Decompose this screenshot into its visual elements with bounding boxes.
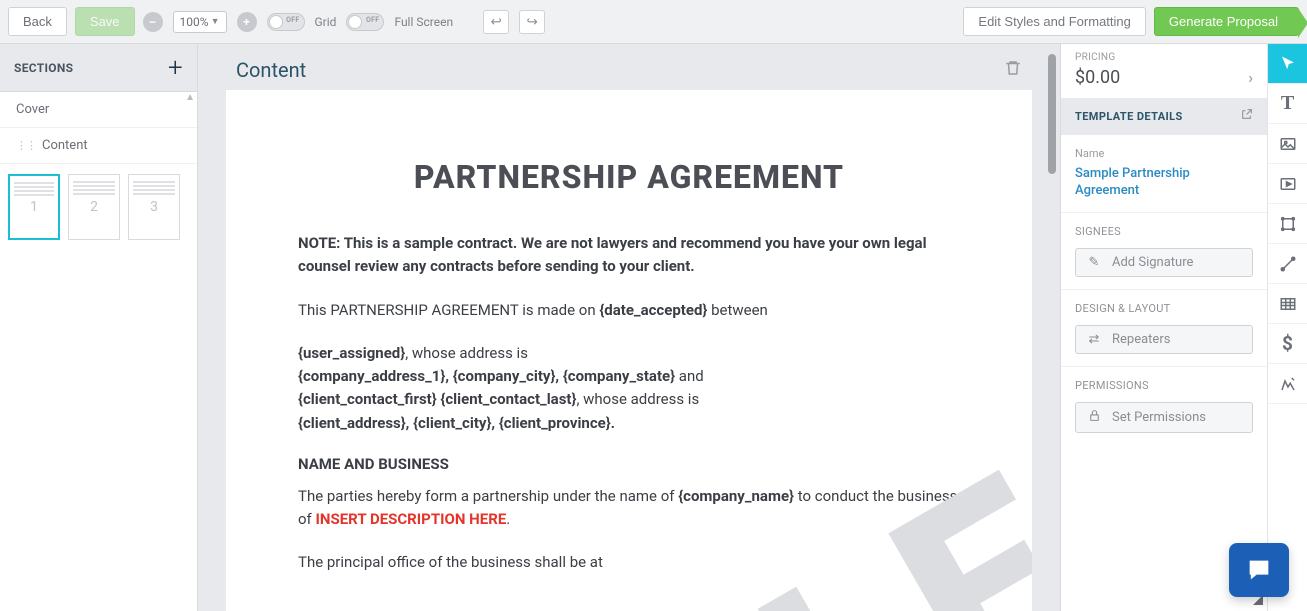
sections-title: SECTIONS (14, 61, 73, 75)
business-paragraph: The parties hereby form a partnership un… (298, 485, 960, 532)
permissions-field: PERMISSIONS Set Permissions (1061, 367, 1267, 445)
lock-icon (1086, 409, 1102, 426)
signature-tool[interactable] (1268, 364, 1307, 404)
top-toolbar: Back Save − 100%▼ + OFF Grid OFF Full Sc… (0, 0, 1307, 44)
repeaters-button[interactable]: ⇄ Repeaters (1075, 325, 1253, 354)
template-name-field: Name Sample Partnership Agreement (1061, 135, 1267, 213)
section-item-cover[interactable]: Cover (0, 92, 197, 128)
set-permissions-label: Set Permissions (1112, 410, 1206, 425)
signees-field: SIGNEES ✎ Add Signature (1061, 213, 1267, 290)
section-label: Cover (16, 102, 49, 117)
add-signature-button[interactable]: ✎ Add Signature (1075, 248, 1253, 277)
table-tool[interactable] (1268, 284, 1307, 324)
thumb-number: 2 (90, 199, 98, 215)
image-tool[interactable] (1268, 124, 1307, 164)
zoom-value: 100% (180, 15, 209, 29)
thumb-number: 1 (30, 199, 38, 215)
pointer-tool[interactable] (1268, 44, 1307, 84)
name-label: Name (1075, 147, 1253, 160)
repeaters-label: Repeaters (1112, 332, 1170, 347)
thumb-page-2[interactable]: 2 (68, 174, 120, 240)
template-details-label: TEMPLATE DETAILS (1075, 110, 1183, 123)
office-paragraph: The principal office of the business sha… (298, 551, 960, 574)
document-title: PARTNERSHIP AGREEMENT (298, 158, 960, 196)
canvas-title: Content (236, 58, 306, 82)
edit-styles-button[interactable]: Edit Styles and Formatting (963, 7, 1145, 36)
design-label: DESIGN & LAYOUT (1075, 302, 1253, 315)
template-details-header: TEMPLATE DETAILS (1061, 98, 1267, 135)
fullscreen-toggle[interactable]: OFF (346, 13, 384, 31)
note-paragraph: NOTE: This is a sample contract. We are … (298, 232, 960, 279)
party1-addr: {company_address_1}, {company_city}, {co… (298, 365, 960, 388)
grid-label: Grid (315, 15, 337, 29)
signees-label: SIGNEES (1075, 225, 1253, 238)
permissions-label: PERMISSIONS (1075, 379, 1253, 392)
text-tool[interactable]: T (1268, 84, 1307, 124)
video-tool[interactable] (1268, 164, 1307, 204)
zoom-in-button[interactable]: + (237, 12, 257, 32)
set-permissions-button[interactable]: Set Permissions (1075, 402, 1253, 433)
add-signature-label: Add Signature (1112, 255, 1193, 270)
add-section-button[interactable]: + (168, 53, 183, 83)
caret-down-icon: ▼ (211, 16, 220, 27)
save-button: Save (75, 7, 135, 36)
left-sidebar: SECTIONS + ▲ Cover ⋮⋮ Content 1 2 3 (0, 44, 198, 611)
pricing-value: $0.00 (1075, 67, 1120, 88)
chat-button[interactable] (1229, 543, 1289, 597)
thumb-number: 3 (150, 199, 158, 215)
center-tools: − 100%▼ + OFF Grid OFF Full Screen ↩ ↪ (143, 10, 546, 34)
shape-tool[interactable] (1268, 204, 1307, 244)
name-business-heading: NAME AND BUSINESS (298, 455, 960, 473)
canvas-area: Content PLE PARTNERSHIP AGREEMENT NOTE: … (198, 44, 1060, 611)
template-name[interactable]: Sample Partnership Agreement (1075, 166, 1253, 200)
zoom-out-button[interactable]: − (143, 12, 163, 32)
repeat-icon: ⇄ (1086, 332, 1102, 347)
scroll-up-icon: ▲ (185, 92, 195, 103)
signature-icon: ✎ (1086, 255, 1102, 270)
thumb-page-1[interactable]: 1 (8, 174, 60, 240)
redo-button[interactable]: ↪ (519, 10, 545, 34)
section-label: Content (42, 138, 88, 153)
delete-page-button[interactable] (1004, 59, 1022, 82)
fullscreen-label: Full Screen (394, 15, 453, 29)
back-button[interactable]: Back (8, 7, 67, 36)
vertical-scrollbar[interactable] (1048, 54, 1056, 174)
design-layout-field: DESIGN & LAYOUT ⇄ Repeaters (1061, 290, 1267, 367)
page-thumbnails: 1 2 3 (0, 164, 197, 250)
party1-line1: {user_assigned}, whose address is (298, 342, 960, 365)
party2-line1: {client_contact_first} {client_contact_l… (298, 388, 960, 411)
grid-toggle[interactable]: OFF (267, 13, 305, 31)
pricing-tool[interactable]: $ (1268, 324, 1307, 364)
undo-button[interactable]: ↩ (483, 10, 509, 34)
party2-addr: {client_address}, {client_city}, {client… (298, 412, 960, 435)
pricing-label: PRICING (1061, 44, 1267, 67)
document-page[interactable]: PLE PARTNERSHIP AGREEMENT NOTE: This is … (226, 90, 1032, 611)
intro-paragraph: This PARTNERSHIP AGREEMENT is made on {d… (298, 299, 960, 322)
tool-rail: T $ (1267, 44, 1307, 611)
right-sidebar: PRICING $0.00 › TEMPLATE DETAILS Name Sa… (1060, 44, 1267, 611)
zoom-select[interactable]: 100%▼ (173, 11, 227, 33)
open-external-icon[interactable] (1240, 108, 1253, 125)
drag-grip-icon: ⋮⋮ (16, 139, 36, 152)
thumb-page-3[interactable]: 3 (128, 174, 180, 240)
line-tool[interactable] (1268, 244, 1307, 284)
pricing-expand-button[interactable]: › (1248, 68, 1253, 87)
sections-header: SECTIONS + (0, 44, 197, 92)
section-item-content[interactable]: ⋮⋮ Content (0, 128, 197, 164)
generate-proposal-button[interactable]: Generate Proposal (1154, 7, 1299, 36)
